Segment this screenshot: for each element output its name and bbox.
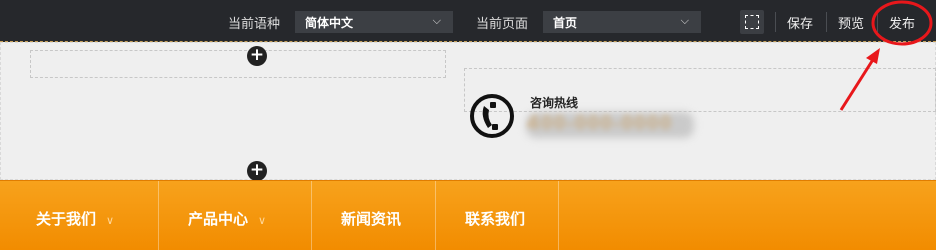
editing-canvas: + + 咨询热线 400-000-0000 xyxy=(0,42,936,181)
nav-divider xyxy=(158,181,159,250)
nav-item-label: 关于我们 xyxy=(36,210,97,228)
nav-item-label: 产品中心 xyxy=(188,210,249,228)
add-icon: + xyxy=(249,160,265,180)
page-select[interactable]: 首页 ⌵ xyxy=(543,11,701,33)
nav-divider xyxy=(558,181,559,250)
preview-button[interactable]: 预览 xyxy=(838,13,864,32)
language-select-value: 简体中文 xyxy=(305,16,354,30)
publish-button[interactable]: 发布 xyxy=(889,13,915,32)
toolbar-divider xyxy=(826,12,827,32)
save-button[interactable]: 保存 xyxy=(787,13,813,32)
nav-item-label: 新闻资讯 xyxy=(341,210,402,228)
editor-toolbar: 当前语种 简体中文 ⌵ 当前页面 首页 ⌵ 保存 预览 发布 xyxy=(0,0,936,42)
hotline-title: 咨询热线 xyxy=(530,96,579,110)
chevron-down-icon: ⌵ xyxy=(680,14,689,27)
nav-item-contact[interactable]: 联系我们 xyxy=(465,181,525,250)
nav-divider xyxy=(311,181,312,250)
chevron-down-icon: ∨ xyxy=(258,214,267,227)
phone-icon xyxy=(470,94,514,138)
nav-item-products[interactable]: 产品中心 ∨ xyxy=(188,181,266,250)
nav-item-label: 联系我们 xyxy=(465,210,526,228)
language-label: 当前语种 xyxy=(228,17,281,32)
chevron-down-icon: ⌵ xyxy=(432,14,441,27)
add-module-button[interactable]: + xyxy=(247,161,267,181)
toolbar-divider xyxy=(877,12,878,32)
frame-select-button[interactable] xyxy=(740,10,764,34)
chevron-down-icon: ∨ xyxy=(106,214,115,227)
nav-item-about[interactable]: 关于我们 ∨ xyxy=(36,181,114,250)
language-select[interactable]: 简体中文 ⌵ xyxy=(295,11,453,33)
add-icon: + xyxy=(249,45,265,65)
redaction-blur xyxy=(526,112,694,138)
frame-select-icon xyxy=(745,15,759,29)
main-nav: 关于我们 ∨ 产品中心 ∨ 新闻资讯 联系我们 xyxy=(0,180,936,250)
add-module-button[interactable]: + xyxy=(247,46,267,66)
module-placeholder xyxy=(30,50,446,78)
page-select-value: 首页 xyxy=(553,16,578,30)
toolbar-divider xyxy=(775,12,776,32)
nav-item-news[interactable]: 新闻资讯 xyxy=(341,181,401,250)
page-label: 当前页面 xyxy=(476,17,529,32)
nav-divider xyxy=(435,181,436,250)
